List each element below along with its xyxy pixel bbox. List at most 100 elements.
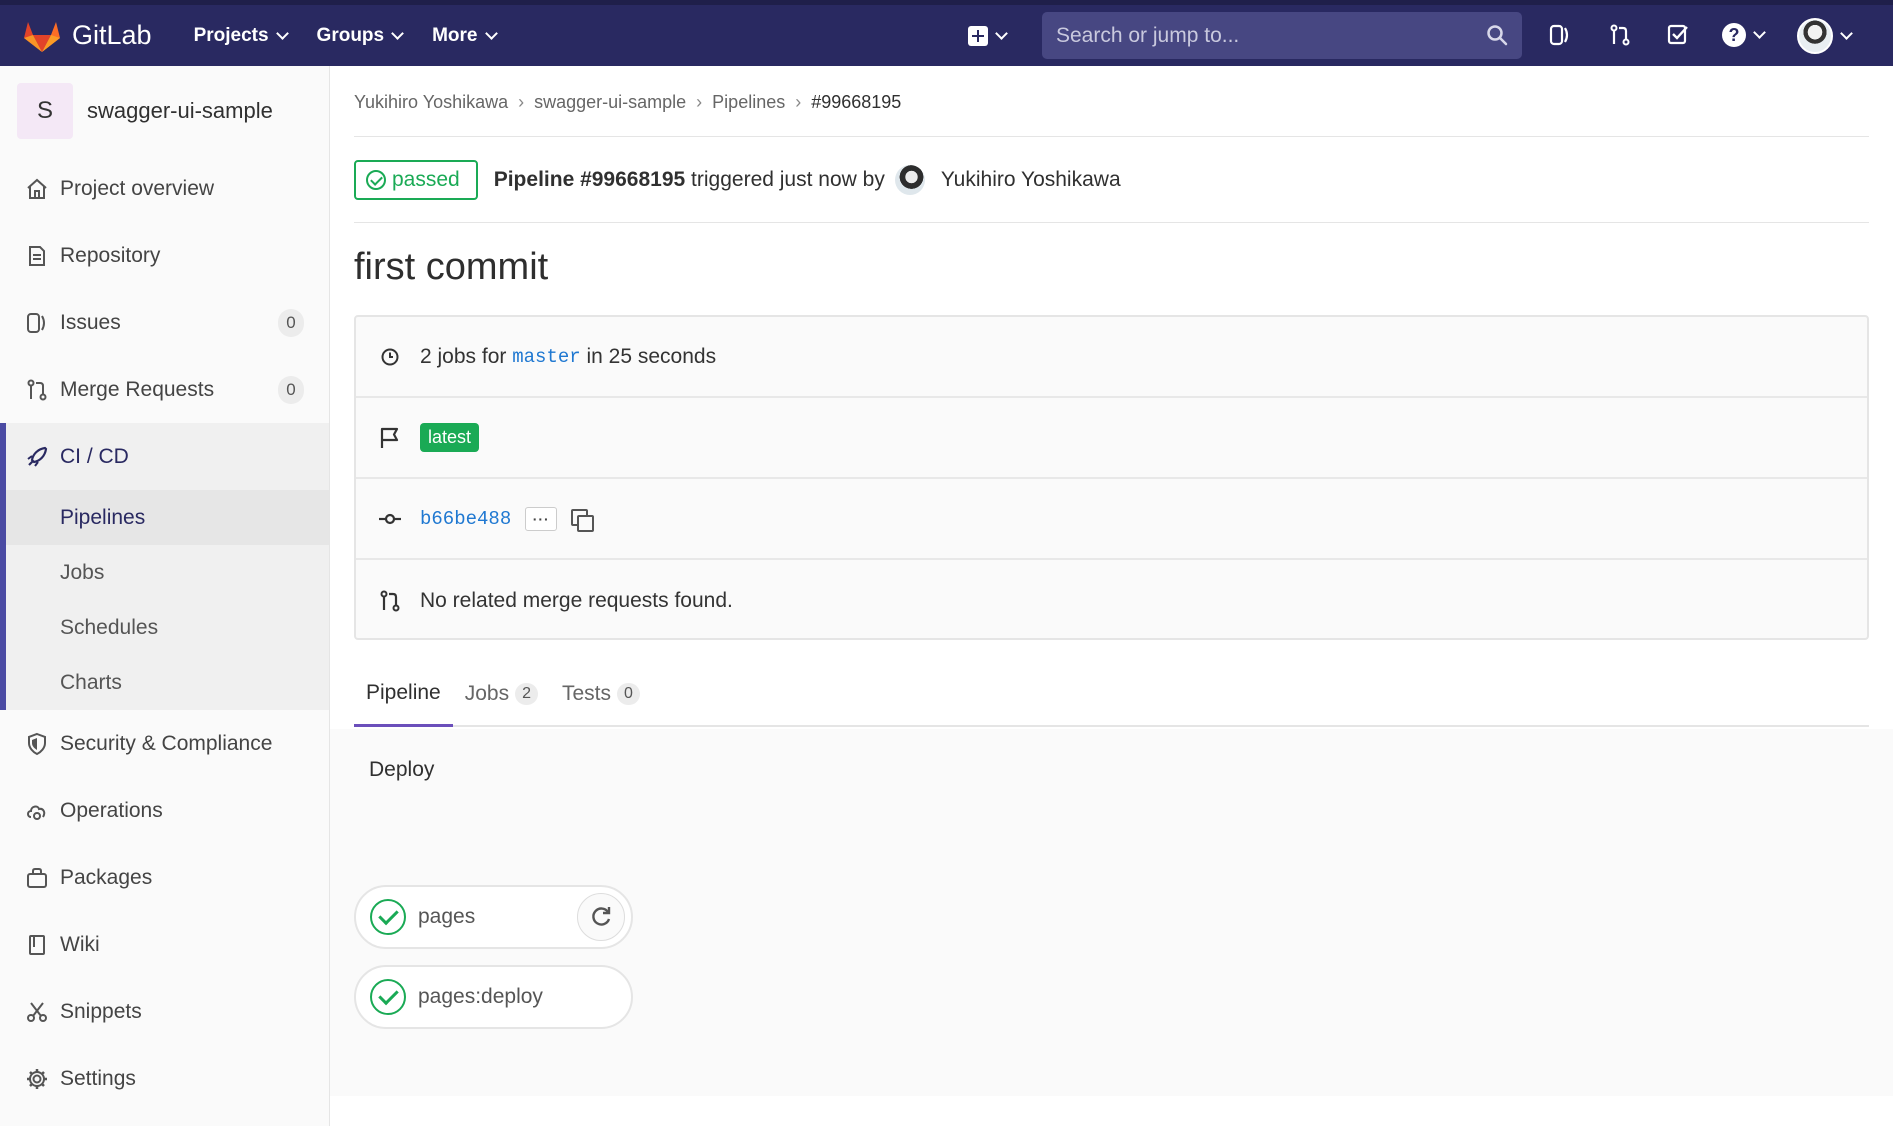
merge-request-icon (25, 378, 49, 402)
divider (354, 136, 1869, 137)
commit-row: b66be488 ··· (356, 479, 1867, 560)
latest-badge: latest (420, 423, 480, 452)
sidebar-subitem-pipelines[interactable]: Pipelines (6, 490, 329, 545)
sidebar-item-label: Settings (60, 1066, 136, 1090)
job-name: pages:deploy (418, 985, 543, 1008)
badges-row: latest (356, 398, 1867, 479)
tab-tests[interactable]: Tests 0 (550, 661, 652, 727)
top-navbar: GitLab Projects Groups More Search or ju… (0, 0, 1893, 66)
branch-link[interactable]: master (512, 346, 580, 368)
gitlab-home-link[interactable]: GitLab (22, 18, 152, 54)
sidebar-item-wiki[interactable]: Wiki (0, 911, 329, 978)
expand-commit-message-button[interactable]: ··· (525, 506, 558, 531)
breadcrumb-project[interactable]: swagger-ui-sample (534, 92, 686, 113)
chevron-down-icon (1753, 26, 1766, 39)
breadcrumb-user[interactable]: Yukihiro Yoshikawa (354, 92, 508, 113)
tab-pipeline[interactable]: Pipeline (354, 661, 453, 727)
package-icon (25, 866, 49, 890)
job-pages-deploy[interactable]: pages:deploy (354, 965, 633, 1029)
sidebar-subitem-charts[interactable]: Charts (6, 655, 329, 710)
breadcrumb: Yukihiro Yoshikawa › swagger-ui-sample ›… (354, 92, 901, 113)
sidebar-item-label: Issues (60, 310, 121, 334)
todo-check-icon (1667, 24, 1688, 45)
user-avatar (1797, 18, 1833, 54)
chevron-down-icon (275, 26, 289, 40)
sidebar-item-label: Merge Requests (60, 377, 215, 401)
sidebar-item-packages[interactable]: Packages (0, 844, 329, 911)
chevron-down-icon (484, 26, 498, 40)
merge-request-icon (378, 589, 402, 613)
trigger-user-link[interactable]: Yukihiro Yoshikawa (941, 168, 1121, 192)
sidebar-subitem-jobs[interactable]: Jobs (6, 545, 329, 600)
retry-icon (592, 907, 611, 926)
jobs-suffix: in 25 seconds (586, 344, 717, 368)
brand-name: GitLab (72, 20, 152, 50)
home-icon (25, 177, 49, 201)
job-success-icon (370, 979, 406, 1015)
project-sidebar: S swagger-ui-sample Project overview Rep… (0, 66, 330, 1126)
chevron-down-icon (391, 26, 404, 40)
job-success-icon (370, 899, 406, 935)
flag-icon (378, 426, 402, 450)
user-menu-dropdown[interactable] (1797, 18, 1853, 54)
sidebar-item-label: Snippets (60, 999, 142, 1023)
gitlab-logo-icon (24, 21, 60, 52)
sidebar-item-issues[interactable]: Issues 0 (0, 289, 329, 356)
tab-label: Jobs (464, 682, 510, 705)
pipeline-triggered-text: triggered just now by (691, 168, 885, 191)
retry-button[interactable] (577, 893, 625, 941)
sidebar-subitem-schedules[interactable]: Schedules (6, 600, 329, 655)
cloud-icon (25, 799, 49, 823)
status-success-icon (366, 170, 386, 190)
pipeline-header: passed Pipeline #99668195 triggered just… (354, 160, 1121, 200)
issues-icon (25, 311, 49, 335)
new-item-dropdown[interactable] (968, 25, 1008, 46)
sidebar-item-repository[interactable]: Repository (0, 222, 329, 289)
nav-projects-dropdown[interactable]: Projects (193, 24, 289, 47)
sidebar-item-label: CI / CD (60, 444, 129, 468)
sidebar-item-snippets[interactable]: Snippets (0, 978, 329, 1045)
sidebar-project-header[interactable]: S swagger-ui-sample (0, 66, 329, 155)
issues-nav-button[interactable] (1548, 23, 1572, 52)
help-icon: ? (1722, 23, 1746, 47)
merge-requests-nav-button[interactable] (1608, 23, 1632, 52)
todos-nav-button[interactable] (1666, 23, 1690, 52)
pipeline-title: Pipeline #99668195 (493, 168, 686, 191)
tests-count-badge: 0 (617, 683, 640, 705)
status-badge[interactable]: passed (354, 160, 478, 200)
nav-projects-label: Projects (193, 24, 269, 46)
tab-label: Tests (562, 682, 612, 705)
book-icon (25, 933, 49, 957)
sidebar-item-cicd[interactable]: CI / CD (6, 423, 329, 490)
sidebar-item-project-overview[interactable]: Project overview (0, 155, 329, 222)
shield-icon (25, 732, 49, 756)
tab-jobs[interactable]: Jobs 2 (453, 661, 550, 727)
sidebar-item-merge-requests[interactable]: Merge Requests 0 (0, 356, 329, 423)
nav-more-dropdown[interactable]: More (432, 25, 498, 47)
commit-icon (378, 507, 402, 531)
jobs-count-badge: 2 (515, 683, 538, 705)
tab-label: Pipeline (366, 680, 441, 704)
sidebar-item-label: Security & Compliance (60, 731, 273, 755)
sidebar-item-label: Operations (60, 798, 163, 822)
search-icon[interactable] (1486, 24, 1508, 46)
search-input[interactable] (1042, 23, 1462, 48)
breadcrumb-current[interactable]: #99668195 (811, 92, 901, 113)
breadcrumb-pipelines[interactable]: Pipelines (712, 92, 785, 113)
job-pages[interactable]: pages (354, 885, 633, 949)
pipeline-tabs: Pipeline Jobs 2 Tests 0 (354, 661, 1869, 727)
commit-title: first commit (354, 246, 549, 288)
chevron-down-icon (1840, 27, 1853, 40)
rocket-icon (25, 445, 49, 469)
sidebar-item-label: Wiki (60, 932, 100, 956)
help-dropdown[interactable]: ? (1722, 23, 1766, 47)
sidebar-item-settings[interactable]: Settings (0, 1045, 329, 1112)
copy-icon[interactable] (569, 507, 595, 532)
sidebar-item-security-compliance[interactable]: Security & Compliance (0, 710, 329, 777)
main-content: Yukihiro Yoshikawa › swagger-ui-sample ›… (330, 66, 1893, 1126)
status-label: passed (392, 168, 460, 191)
nav-groups-label: Groups (316, 24, 385, 46)
sidebar-item-operations[interactable]: Operations (0, 777, 329, 844)
commit-sha-link[interactable]: b66be488 (420, 508, 511, 530)
nav-groups-dropdown[interactable]: Groups (316, 24, 404, 47)
